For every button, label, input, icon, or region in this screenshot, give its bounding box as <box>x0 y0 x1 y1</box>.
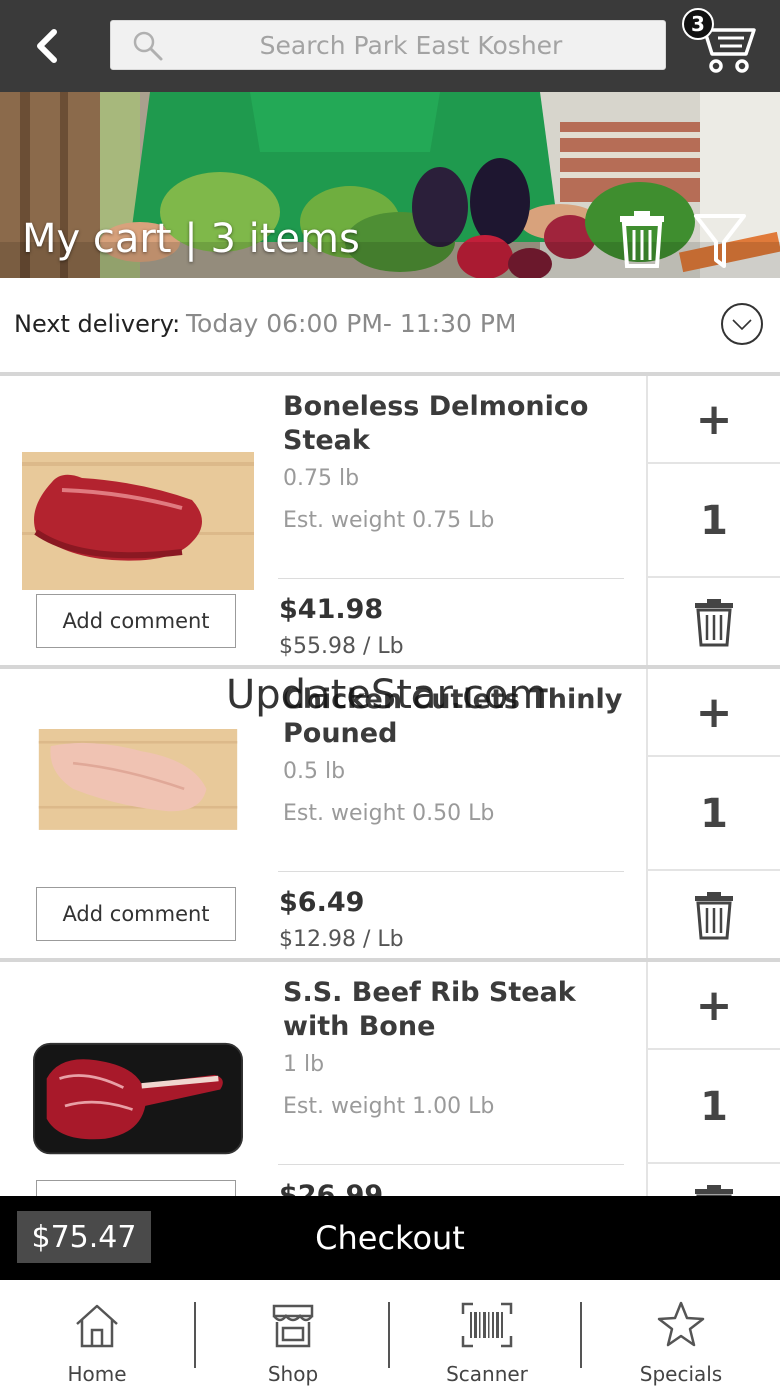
product-quantity: 0.75 lb <box>283 466 360 491</box>
product-quantity: 0.5 lb <box>283 759 346 784</box>
quantity-value: 1 <box>648 759 780 871</box>
divider <box>278 1164 624 1165</box>
next-delivery-row[interactable]: Next delivery: Today 06:00 PM- 11:30 PM <box>0 278 780 372</box>
nav-home[interactable]: Home <box>0 1280 194 1387</box>
item-price: $6.49 <box>279 887 365 918</box>
add-comment-button[interactable]: Add comment <box>36 887 236 941</box>
shop-icon <box>272 1304 314 1348</box>
delivery-time: Today 06:00 PM- 11:30 PM <box>186 309 517 338</box>
filter-button[interactable] <box>692 210 748 270</box>
home-icon <box>76 1304 118 1348</box>
remove-item-button[interactable] <box>648 1166 780 1196</box>
cart-title: My cart | 3 items <box>22 216 360 262</box>
divider <box>278 578 624 579</box>
checkout-button[interactable]: Checkout <box>160 1196 620 1280</box>
nav-label: Shop <box>267 1362 319 1386</box>
search-icon <box>133 31 163 61</box>
divider <box>278 871 624 872</box>
product-quantity: 1 lb <box>283 1052 325 1077</box>
back-button[interactable] <box>22 18 72 74</box>
top-bar: 3 <box>0 0 780 92</box>
item-price: $41.98 <box>279 594 384 625</box>
product-image-beef-rib-steak <box>33 1042 243 1155</box>
remove-item-button[interactable] <box>648 580 780 665</box>
trash-icon <box>695 1184 733 1196</box>
unit-price: $12.98 / Lb <box>279 927 404 952</box>
quantity-value: 1 <box>648 1052 780 1164</box>
estimated-weight: Est. weight 1.00 Lb <box>283 1094 495 1119</box>
nav-divider <box>580 1302 582 1368</box>
trash-icon <box>620 211 664 268</box>
product-image-chicken-cutlets <box>38 729 238 830</box>
checkout-bar: $75.47 Checkout <box>0 1196 780 1280</box>
item-price: $26.99 <box>279 1180 384 1196</box>
remove-item-button[interactable] <box>648 873 780 958</box>
bottom-navigation: Home Shop Scanner Specials <box>0 1280 780 1387</box>
nav-label: Specials <box>639 1362 723 1386</box>
star-icon <box>657 1301 705 1347</box>
quantity-controls: + 1 <box>646 962 780 1196</box>
estimated-weight: Est. weight 0.50 Lb <box>283 801 495 826</box>
cart-total: $75.47 <box>17 1211 151 1263</box>
add-comment-button[interactable]: Add comment <box>36 594 236 648</box>
product-name[interactable]: S.S. Beef Rib Steak with Bone <box>283 976 633 1044</box>
clear-cart-button[interactable] <box>616 210 668 270</box>
quantity-controls: + 1 <box>646 376 780 665</box>
cart-item-list[interactable]: Add comment Boneless Delmonico Steak 0.7… <box>0 372 780 1196</box>
unit-price: $55.98 / Lb <box>279 634 404 659</box>
cart-button[interactable]: 3 <box>682 8 762 78</box>
chevron-down-icon[interactable] <box>720 302 764 346</box>
nav-label: Scanner <box>446 1362 528 1386</box>
product-image-delmonico-steak <box>22 452 254 590</box>
filter-icon <box>694 214 746 268</box>
cart-item: Add comment S.S. Beef Rib Steak with Bon… <box>0 958 780 1196</box>
cart-banner: My cart | 3 items <box>0 92 780 278</box>
increase-quantity-button[interactable]: + <box>648 376 780 464</box>
trash-icon <box>695 891 733 939</box>
delivery-label: Next delivery: <box>14 310 181 338</box>
nav-label: Home <box>67 1362 127 1386</box>
search-box[interactable] <box>110 20 666 70</box>
add-comment-button[interactable]: Add comment <box>36 1180 236 1196</box>
quantity-value: 1 <box>648 466 780 578</box>
product-name[interactable]: Boneless Delmonico Steak <box>283 390 633 458</box>
nav-shop[interactable]: Shop <box>196 1280 390 1387</box>
watermark: UpdateStar.com <box>226 672 548 718</box>
nav-specials[interactable]: Specials <box>584 1280 778 1387</box>
barcode-scanner-icon <box>461 1302 513 1348</box>
increase-quantity-button[interactable]: + <box>648 962 780 1050</box>
cart-item: Add comment Boneless Delmonico Steak 0.7… <box>0 372 780 665</box>
estimated-weight: Est. weight 0.75 Lb <box>283 508 495 533</box>
chevron-left-icon <box>37 29 57 63</box>
trash-icon <box>695 598 733 646</box>
cart-count-badge: 3 <box>682 8 714 40</box>
search-input[interactable] <box>171 21 651 69</box>
quantity-controls: + 1 <box>646 669 780 958</box>
increase-quantity-button[interactable]: + <box>648 669 780 757</box>
nav-scanner[interactable]: Scanner <box>390 1280 584 1387</box>
